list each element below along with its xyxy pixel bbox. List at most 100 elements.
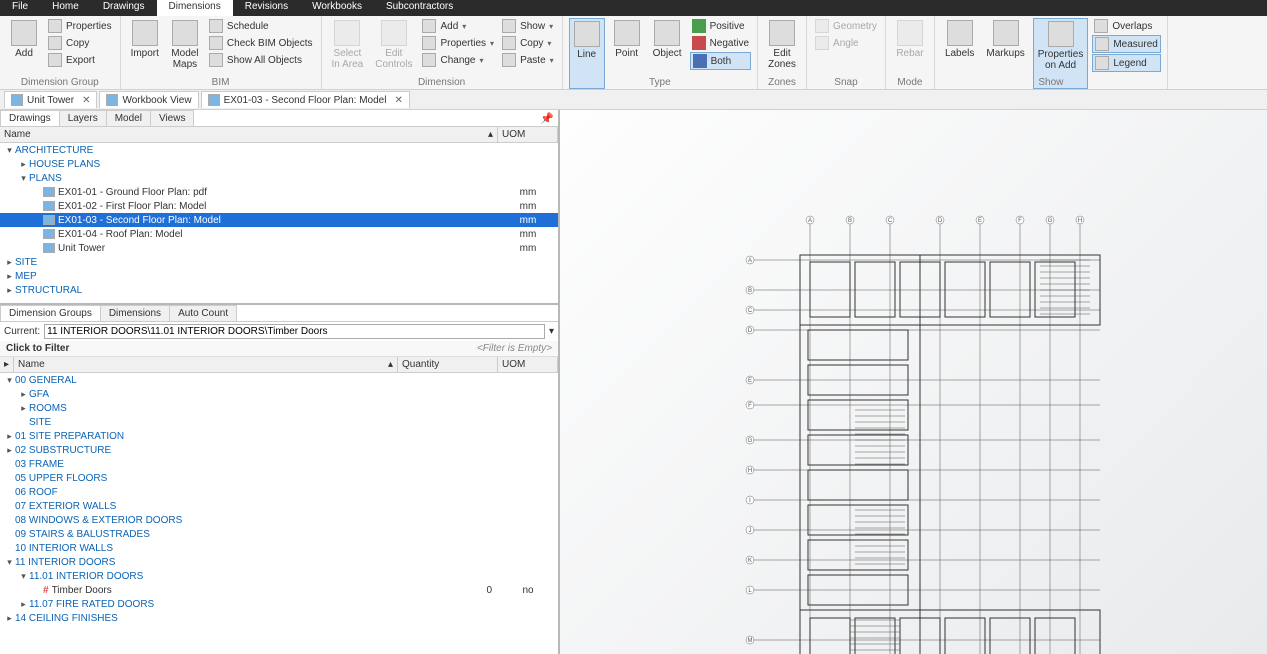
show-legend[interactable]: Legend <box>1092 54 1160 72</box>
expand-arrow-icon[interactable]: ▾ <box>4 375 15 386</box>
positive-toggle[interactable]: Positive <box>690 18 751 34</box>
current-input[interactable] <box>44 324 545 339</box>
tree-row[interactable]: ▸MEP <box>0 269 558 283</box>
dim-show[interactable]: Show <box>500 18 556 34</box>
expand-arrow-icon[interactable]: ▸ <box>18 389 29 400</box>
tree-row[interactable]: ▾00 GENERAL <box>0 373 558 387</box>
show-overlaps[interactable]: Overlaps <box>1092 18 1160 34</box>
tree-row[interactable]: ▸GFA <box>0 387 558 401</box>
dim-col-uom[interactable]: UOM <box>498 357 558 372</box>
properties-button[interactable]: Properties <box>46 18 114 34</box>
menu-subcontractors[interactable]: Subcontractors <box>374 0 465 16</box>
tree-row[interactable]: ▾PLANS <box>0 171 558 185</box>
expand-arrow-icon[interactable]: ▸ <box>18 403 29 414</box>
tree-row[interactable]: ▸ROOMS <box>0 401 558 415</box>
panel-tab-drawings[interactable]: Drawings <box>0 110 60 126</box>
expand-arrow-icon[interactable]: ▾ <box>18 571 29 582</box>
menu-drawings[interactable]: Drawings <box>91 0 157 16</box>
tree-row[interactable]: 09 STAIRS & BALUSTRADES <box>0 527 558 541</box>
copy-button[interactable]: Copy <box>46 35 114 51</box>
dim-change[interactable]: Change <box>420 52 496 68</box>
tree-row[interactable]: ▸01 SITE PREPARATION <box>0 429 558 443</box>
tree-row[interactable]: 06 ROOF <box>0 485 558 499</box>
check-bim-button[interactable]: Check BIM Objects <box>207 35 315 51</box>
dim-paste[interactable]: Paste <box>500 52 556 68</box>
floor-plan-drawing: ABCDEFGHABCDEFGHIJKLM <box>740 210 1260 654</box>
dim-tab-dimensions[interactable]: Dimensions <box>100 305 170 321</box>
menu-workbooks[interactable]: Workbooks <box>300 0 374 16</box>
both-toggle[interactable]: Both <box>690 52 751 70</box>
expand-arrow-icon[interactable]: ▾ <box>4 557 15 568</box>
expand-arrow-icon[interactable]: ▾ <box>18 173 29 184</box>
tree-row[interactable]: ▸02 SUBSTRUCTURE <box>0 443 558 457</box>
tree-row[interactable]: 05 UPPER FLOORS <box>0 471 558 485</box>
drawings-tree: ▾ARCHITECTURE▸HOUSE PLANS▾PLANSEX01-01 -… <box>0 143 558 303</box>
tab-unit-tower[interactable]: Unit Tower✕ <box>4 91 97 108</box>
dim-tab-dimension-groups[interactable]: Dimension Groups <box>0 305 101 321</box>
dim-copy[interactable]: Copy <box>500 35 556 51</box>
tree-row[interactable]: ▾11.01 INTERIOR DOORS <box>0 569 558 583</box>
panel-tab-model[interactable]: Model <box>106 110 151 126</box>
tree-row[interactable]: EX01-01 - Ground Floor Plan: pdfmm <box>0 185 558 199</box>
tree-row[interactable]: ▾ARCHITECTURE <box>0 143 558 157</box>
expand-arrow-icon[interactable]: ▸ <box>4 613 15 624</box>
tree-row[interactable]: Unit Towermm <box>0 241 558 255</box>
dim-tabs: Dimension GroupsDimensionsAuto Count <box>0 305 558 322</box>
tab-ex01-03[interactable]: EX01-03 - Second Floor Plan: Model✕ <box>201 91 410 108</box>
tree-row[interactable]: ▸STRUCTURAL <box>0 283 558 297</box>
snap-geometry[interactable]: Geometry <box>813 18 879 34</box>
drawing-viewport[interactable]: ABCDEFGHABCDEFGHIJKLM <box>560 110 1267 654</box>
tree-row[interactable]: #Timber Doors0no <box>0 583 558 597</box>
tree-row[interactable]: ▸14 CEILING FINISHES <box>0 611 558 625</box>
tree-row[interactable]: 08 WINDOWS & EXTERIOR DOORS <box>0 513 558 527</box>
filter-row[interactable]: Click to Filter <Filter is Empty> <box>0 341 558 357</box>
dim-tab-auto-count[interactable]: Auto Count <box>169 305 237 321</box>
menu-file[interactable]: File <box>0 0 40 16</box>
filter-empty: <Filter is Empty> <box>477 343 552 354</box>
tree-row[interactable]: 07 EXTERIOR WALLS <box>0 499 558 513</box>
expand-arrow-icon[interactable]: ▸ <box>18 599 29 610</box>
dim-properties[interactable]: Properties <box>420 35 496 51</box>
svg-text:E: E <box>748 378 752 384</box>
col-uom[interactable]: UOM <box>498 127 558 142</box>
snap-angle[interactable]: Angle <box>813 35 879 51</box>
show-measured[interactable]: Measured <box>1092 35 1160 53</box>
expand-arrow-icon[interactable]: ▸ <box>4 271 15 282</box>
tree-row[interactable]: EX01-04 - Roof Plan: Modelmm <box>0 227 558 241</box>
tree-row[interactable]: ▾11 INTERIOR DOORS <box>0 555 558 569</box>
expand-arrow-icon[interactable]: ▾ <box>4 145 15 156</box>
row-name: EX01-03 - Second Floor Plan: Model <box>58 215 498 226</box>
dim-add[interactable]: Add <box>420 18 496 34</box>
dropdown-icon[interactable]: ▾ <box>549 326 554 337</box>
expand-arrow-icon[interactable]: ▸ <box>18 159 29 170</box>
negative-toggle[interactable]: Negative <box>690 35 751 51</box>
panel-tab-layers[interactable]: Layers <box>59 110 107 126</box>
pin-icon[interactable]: 📌 <box>540 112 554 125</box>
tree-row[interactable]: ▸SITE <box>0 255 558 269</box>
tree-row[interactable]: 03 FRAME <box>0 457 558 471</box>
menu-dimensions[interactable]: Dimensions <box>157 0 233 16</box>
schedule-button[interactable]: Schedule <box>207 18 315 34</box>
show-all-button[interactable]: Show All Objects <box>207 52 315 68</box>
close-icon[interactable]: ✕ <box>394 95 402 106</box>
menu-home[interactable]: Home <box>40 0 91 16</box>
tree-row[interactable]: 10 INTERIOR WALLS <box>0 541 558 555</box>
expand-arrow-icon[interactable]: ▸ <box>4 445 15 456</box>
tree-row[interactable]: EX01-03 - Second Floor Plan: Modelmm <box>0 213 558 227</box>
menu-revisions[interactable]: Revisions <box>233 0 300 16</box>
expand-arrow-icon[interactable]: ▸ <box>4 285 15 296</box>
tree-row[interactable]: ▸HOUSE PLANS <box>0 157 558 171</box>
export-button[interactable]: Export <box>46 52 114 68</box>
panel-tab-views[interactable]: Views <box>150 110 195 126</box>
close-icon[interactable]: ✕ <box>82 95 90 106</box>
expand-arrow-icon[interactable]: ▸ <box>4 257 15 268</box>
expand-arrow-icon[interactable]: ▸ <box>4 431 15 442</box>
tree-row[interactable]: SITE <box>0 415 558 429</box>
tree-row[interactable]: EX01-02 - First Floor Plan: Modelmm <box>0 199 558 213</box>
col-name[interactable]: Name ▴ <box>0 127 498 142</box>
expand-col[interactable]: ▸ <box>0 357 14 372</box>
dim-col-qty[interactable]: Quantity <box>398 357 498 372</box>
tab-workbook-view[interactable]: Workbook View <box>99 91 198 108</box>
dim-col-name[interactable]: Name ▴ <box>14 357 398 372</box>
tree-row[interactable]: ▸11.07 FIRE RATED DOORS <box>0 597 558 611</box>
